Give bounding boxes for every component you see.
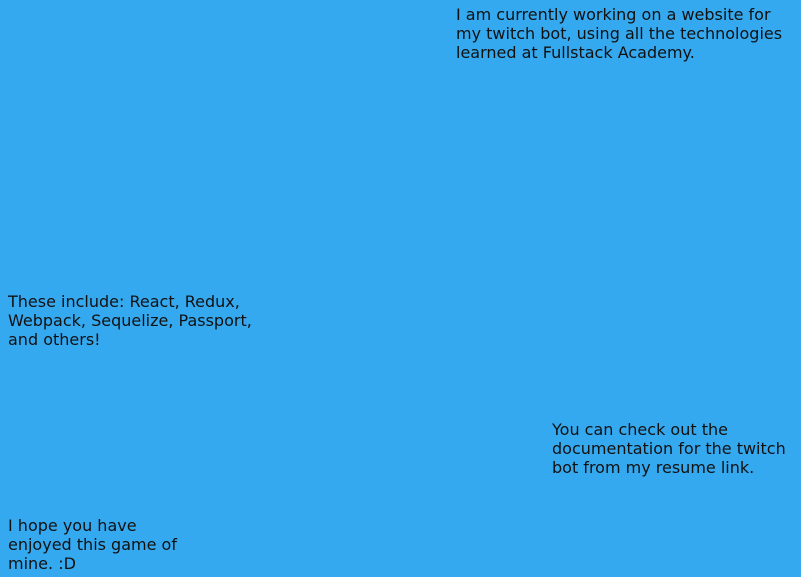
message-technologies: These include: React, Redux, Webpack, Se… xyxy=(8,292,252,349)
message-closing: I hope you have enjoyed this game of min… xyxy=(8,516,177,573)
message-documentation: You can check out the documentation for … xyxy=(552,420,786,477)
game-screen: { "theme": { "background": "#35a9ef", "t… xyxy=(0,0,801,577)
message-website-info: I am currently working on a website for … xyxy=(456,5,783,62)
